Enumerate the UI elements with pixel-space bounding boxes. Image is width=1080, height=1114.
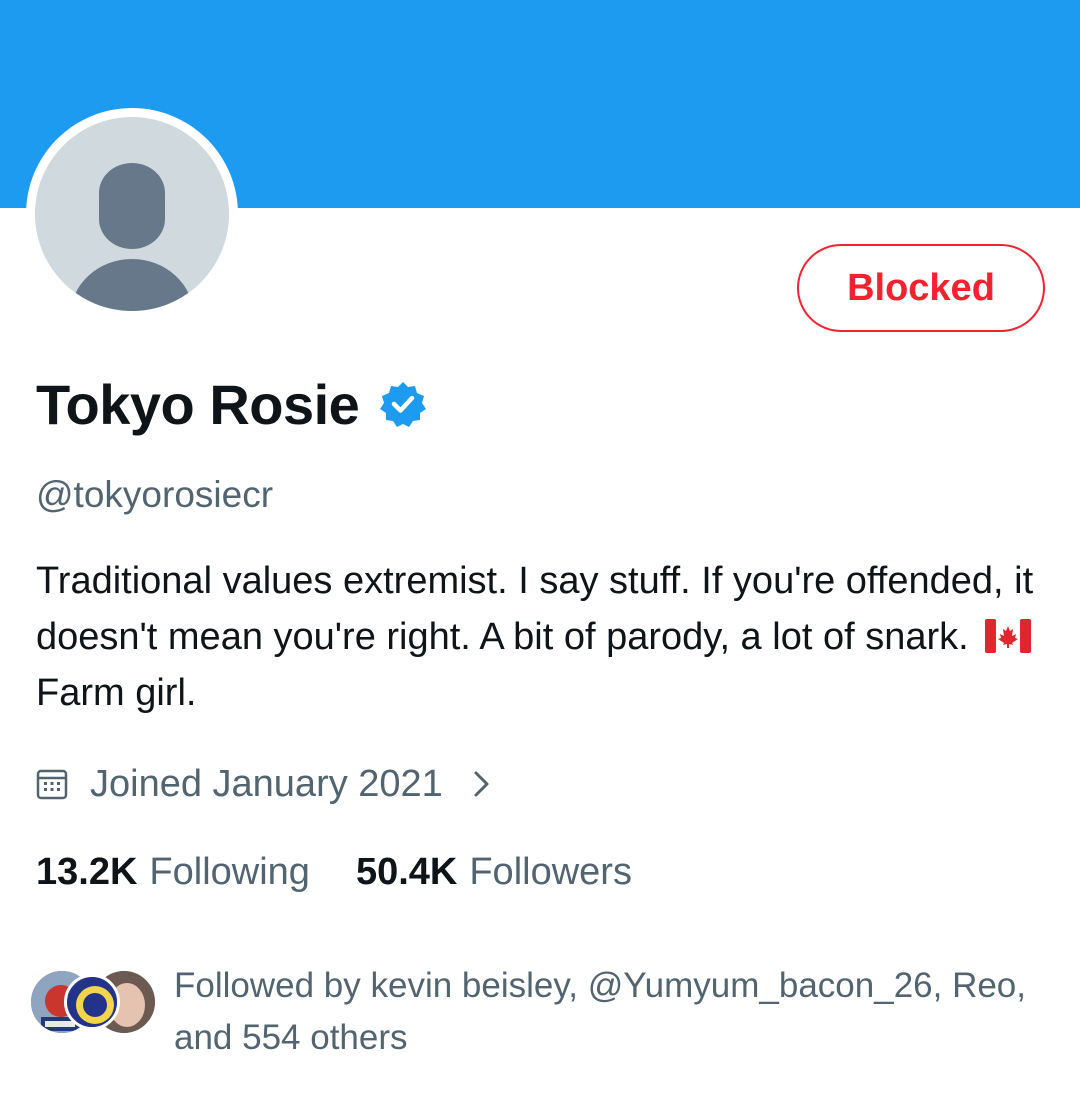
followed-by[interactable]: Followed by kevin beisley, @Yumyum_bacon… [28, 960, 1058, 1060]
chevron-right-icon[interactable] [471, 767, 493, 801]
profile-page: Blocked Tokyo Rosie @tokyorosiecr Tradit… [0, 0, 1080, 1114]
following-link[interactable]: 13.2K Following [36, 851, 310, 894]
followers-count: 50.4K [355, 850, 458, 893]
canada-flag-icon [985, 613, 1032, 653]
follow-stats: 13.2K Following 50.4K Followers [36, 844, 632, 900]
name-row: Tokyo Rosie [36, 368, 427, 440]
profile-bio: Traditional values extremist. I say stuf… [36, 553, 1046, 721]
joined-date[interactable]: Joined January 2021 [36, 756, 493, 812]
profile-avatar[interactable] [26, 108, 238, 320]
calendar-icon [36, 767, 68, 801]
bio-text-end: Farm girl. [36, 672, 197, 714]
followers-label: Followers [469, 850, 632, 893]
profile-handle: @tokyorosiecr [36, 474, 274, 515]
verified-badge-icon[interactable] [379, 380, 427, 428]
display-name: Tokyo Rosie [36, 372, 360, 436]
default-avatar-icon [35, 117, 229, 311]
following-label: Following [149, 850, 310, 893]
blocked-button[interactable]: Blocked [797, 244, 1045, 332]
followed-by-text: Followed by kevin beisley, @Yumyum_bacon… [174, 966, 1026, 1057]
followers-link[interactable]: 50.4K Followers [356, 851, 632, 894]
following-count: 13.2K [36, 850, 138, 893]
joined-text: Joined January 2021 [90, 762, 443, 805]
follower-avatar [64, 974, 120, 1030]
bio-text: Traditional values extremist. I say stuf… [36, 560, 1034, 658]
